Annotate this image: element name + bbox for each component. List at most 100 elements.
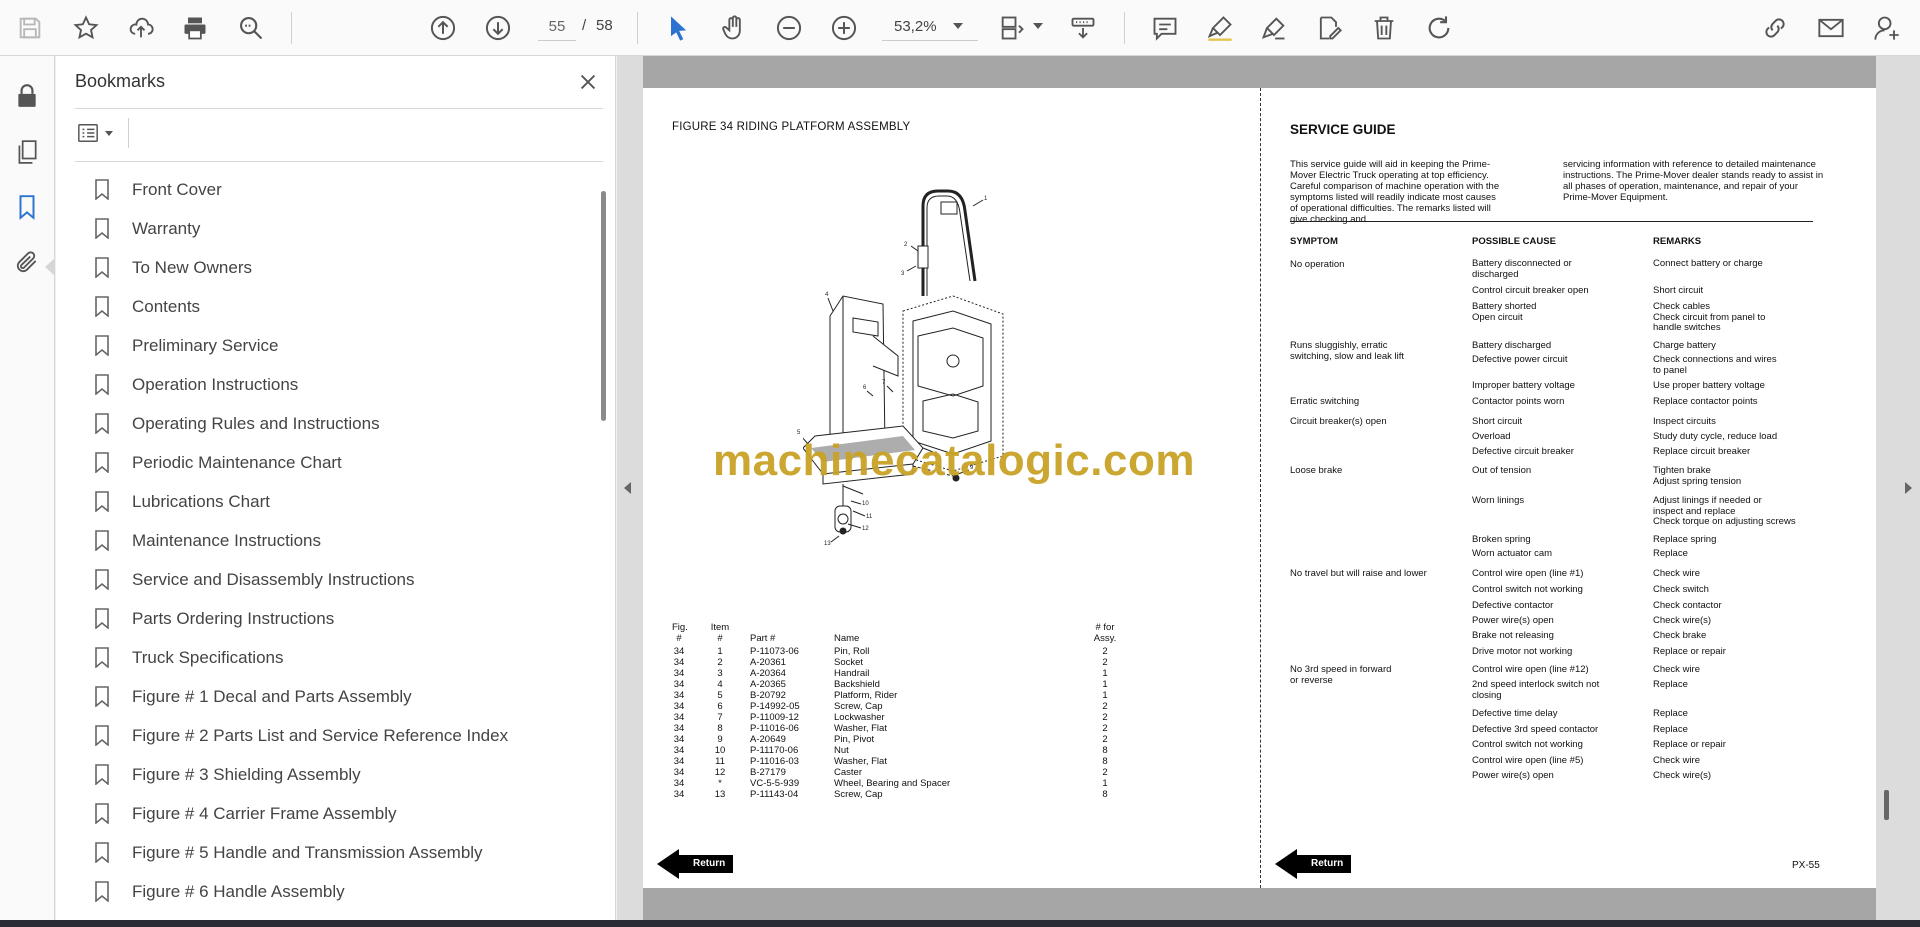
expand-right-panel-icon[interactable] [1905,482,1912,494]
page-fit-icon[interactable] [994,10,1030,46]
cursor-icon[interactable] [660,10,696,46]
bookmark-item[interactable]: Figure # 1 Decal and Parts Assembly [84,677,594,716]
user-add-icon[interactable] [1869,10,1905,46]
remark-cell: Check cables Check circuit from panel to… [1653,301,1766,333]
page-down-icon[interactable] [480,10,516,46]
lock-icon[interactable] [9,78,45,114]
bookmark-label: Periodic Maintenance Chart [132,452,342,472]
bookmarks-scrollbar[interactable] [601,191,606,421]
mail-icon[interactable] [1813,10,1849,46]
parts-cell-item: 10 [714,745,726,756]
parts-cell-item: 13 [714,789,726,800]
bookmark-item[interactable]: Maintenance Instructions [84,521,594,560]
bookmark-item[interactable]: Figure # 6 Handle Assembly [84,872,594,911]
page-number-input[interactable] [538,13,576,41]
page-fit-caret-icon[interactable] [1033,23,1043,29]
bookmark-flag-icon [95,413,109,434]
return-label: Return [1295,855,1351,873]
parts-cell-part: P-11170-06 [750,745,799,756]
symptom-cell: Circuit breaker(s) open [1290,416,1387,427]
cause-cell: Battery discharged [1472,340,1552,351]
scroll-mode-icon[interactable] [1065,10,1101,46]
parts-cell-part: P-11143-04 [750,789,799,800]
zoom-level-select[interactable]: 53,2% [882,13,978,41]
parts-header-item: Item # [710,622,730,644]
parts-cell-fig: 34 [673,756,685,767]
parts-table-row: 34 8 P-11016-06 Washer, Flat 2 [672,723,1132,734]
bookmark-item[interactable]: Contents [84,287,594,326]
bookmark-item[interactable]: Operation Instructions [84,365,594,404]
parts-cell-item: * [718,778,722,789]
bookmark-item[interactable]: Figure # 5 Handle and Transmission Assem… [84,833,594,872]
print-icon[interactable] [177,10,213,46]
parts-cell-qty: 8 [1102,745,1108,756]
parts-cell-qty: 8 [1102,789,1108,800]
column-possible-cause: POSSIBLE CAUSE [1472,236,1556,247]
hand-icon[interactable] [716,10,752,46]
zoom-search-icon[interactable] [233,10,269,46]
return-button-right[interactable]: Return [1275,849,1353,879]
bookmark-item[interactable]: Preliminary Service [84,326,594,365]
star-icon[interactable] [68,10,104,46]
remark-cell: Replace contactor points [1653,396,1758,407]
parts-cell-fig: 34 [673,712,685,723]
bookmark-item[interactable]: Figure # 3 Shielding Assembly [84,755,594,794]
close-icon[interactable] [574,68,602,96]
bookmark-icon[interactable] [9,189,45,225]
bookmark-label: Warranty [132,218,201,238]
parts-cell-fig: 34 [673,646,685,657]
parts-cell-fig: 34 [673,745,685,756]
main-toolbar: / 58 53,2% [0,0,1920,56]
parts-cell-qty: 1 [1102,668,1108,679]
parts-cell-name: Pin, Pivot [834,734,875,745]
bookmark-item[interactable]: Lubrications Chart [84,482,594,521]
bookmark-options-button[interactable] [75,118,125,148]
attachment-icon[interactable] [9,244,45,280]
zoom-out-icon[interactable] [771,10,807,46]
bookmark-item[interactable]: Service and Disassembly Instructions [84,560,594,599]
parts-cell-qty: 2 [1102,734,1108,745]
bookmark-item[interactable]: Truck Specifications [84,638,594,677]
remark-cell: Tighten brake Adjust spring tension [1653,465,1742,487]
page-up-icon[interactable] [425,10,461,46]
bookmark-item[interactable]: Front Cover [84,170,594,209]
bookmark-flag-icon [95,530,109,551]
parts-cell-part: A-20649 [750,734,786,745]
parts-cell-part: P-11009-12 [750,712,799,723]
link-icon[interactable] [1757,10,1793,46]
upload-icon[interactable] [123,10,159,46]
bookmark-flag-icon [95,647,109,668]
bookmark-item[interactable]: To New Owners [84,248,594,287]
bookmark-item[interactable]: Operating Rules and Instructions [84,404,594,443]
pages-icon[interactable] [9,134,45,170]
zoom-in-icon[interactable] [826,10,862,46]
sign-icon[interactable] [1256,10,1292,46]
bookmark-flag-icon [95,257,109,278]
parts-table-row: 34 6 P-14992-05 Screw, Cap 2 [672,701,1132,712]
bookmark-label: Operation Instructions [132,374,299,394]
return-button-left[interactable]: Return [657,849,735,879]
cause-cell: Brake not releasing [1472,630,1554,641]
bookmark-label: Maintenance Instructions [132,530,321,550]
cause-cell: Defective 3rd speed contactor [1472,724,1599,735]
bookmark-item[interactable]: Figure # 2 Parts List and Service Refere… [84,716,594,755]
rotate-icon[interactable] [1421,10,1457,46]
zoom-caret-icon[interactable] [953,23,963,29]
collapse-left-panel-icon[interactable] [624,482,631,494]
pdf-page: FIGURE 34 RIDING PLATFORM ASSEMBLY 1 2 3… [643,56,1876,927]
document-scrollbar[interactable] [1884,790,1889,820]
highlight-icon[interactable] [1202,10,1238,46]
edit-pdf-icon[interactable] [1311,10,1347,46]
watermark: machinecatalogic.com [713,436,1195,485]
symptom-cell: No 3rd speed in forward or reverse [1290,664,1392,686]
bookmark-item[interactable]: Parts Ordering Instructions [84,599,594,638]
parts-table-row: 34 4 A-20365 Backshield 1 [672,679,1132,690]
bookmark-item[interactable]: Periodic Maintenance Chart [84,443,594,482]
column-remarks: REMARKS [1653,236,1702,247]
bookmark-item[interactable]: Figure # 4 Carrier Frame Assembly [84,794,594,833]
bookmark-item[interactable]: Warranty [84,209,594,248]
delete-icon[interactable] [1366,10,1402,46]
parts-table-row: 34 11 P-11016-03 Washer, Flat 8 [672,756,1132,767]
comment-icon[interactable] [1147,10,1183,46]
save-icon[interactable] [12,10,48,46]
